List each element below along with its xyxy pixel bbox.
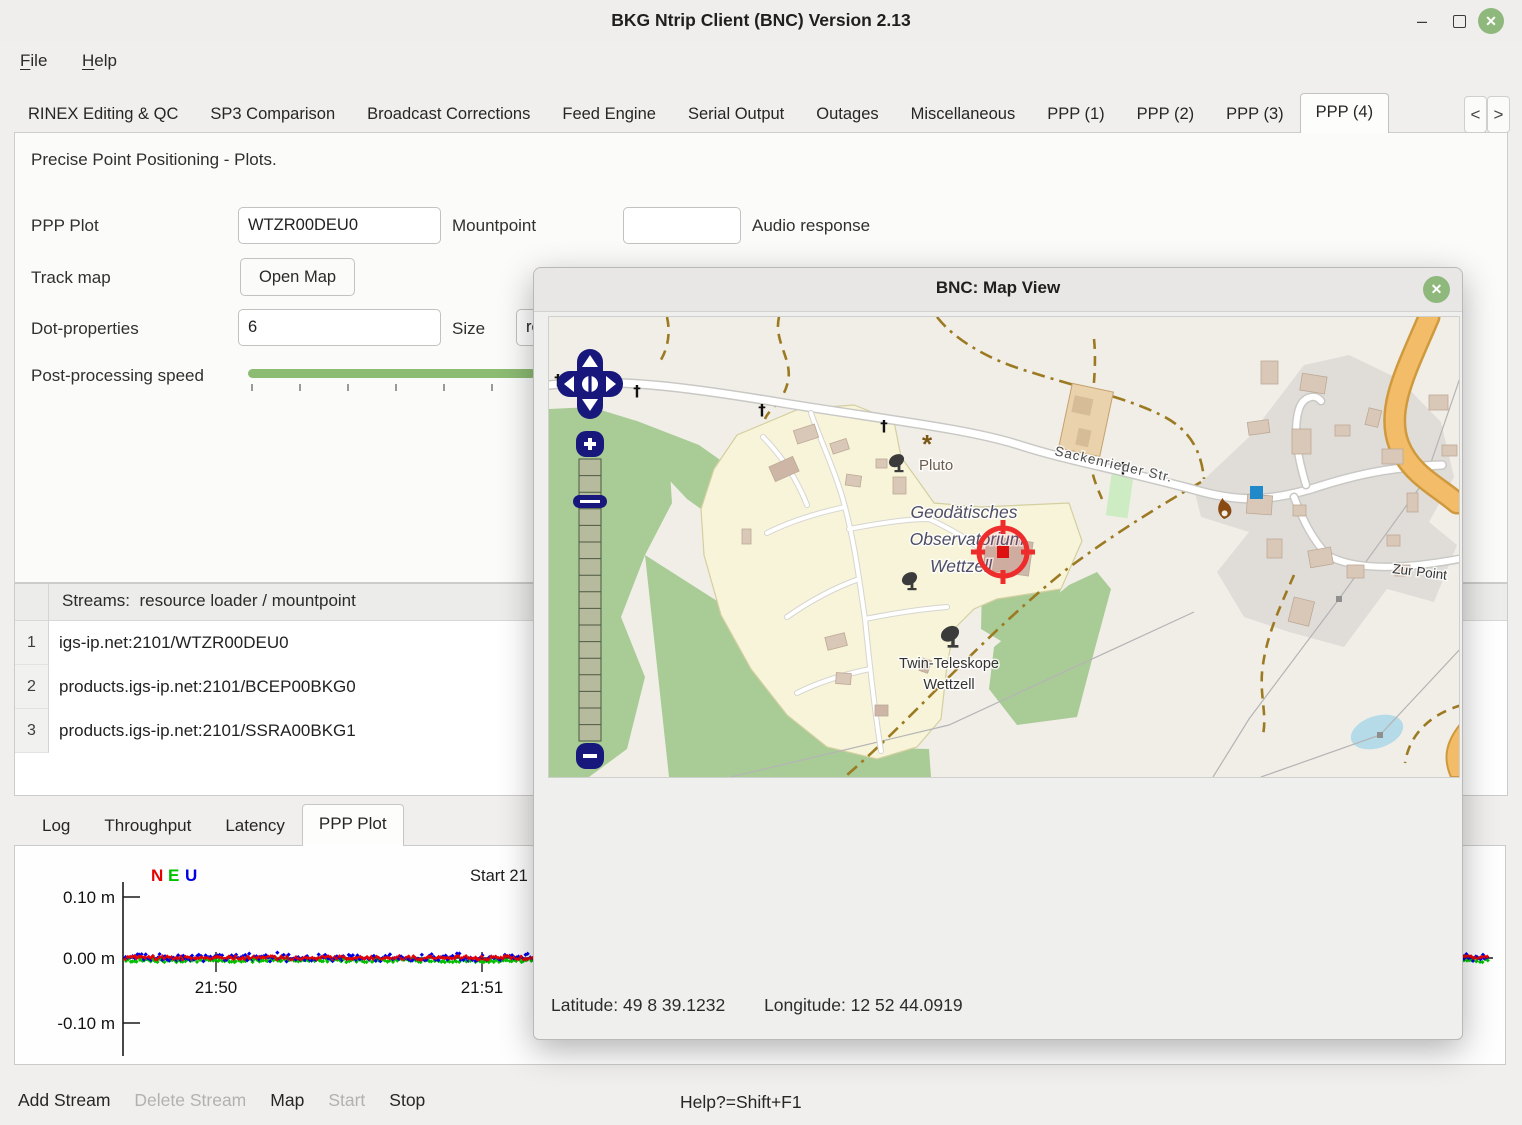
site-label-pluto: Pluto [919, 457, 953, 474]
tab-broadcast-corrections[interactable]: Broadcast Corrections [351, 97, 546, 133]
tab-feed-engine[interactable]: Feed Engine [546, 97, 672, 133]
map-view-dialog: BNC: Map View ✕ [533, 267, 1463, 1040]
observatory-label-line1: Geodätisches [910, 502, 1017, 522]
tab-strip: RINEX Editing & QCSP3 ComparisonBroadcas… [12, 93, 1389, 133]
telescope-label-line1: Twin-Teleskope [899, 656, 999, 672]
post-processing-speed-slider[interactable] [248, 369, 536, 378]
tab-scroll-right-button[interactable]: > [1487, 96, 1510, 133]
row-number: 3 [15, 709, 49, 753]
tab-ppp-1[interactable]: PPP (1) [1031, 97, 1120, 133]
legend-e: E [168, 866, 179, 885]
menu-file[interactable]: File [16, 49, 51, 73]
streams-header-text: Streams: resource loader / mountpoint [49, 584, 356, 620]
map-button[interactable]: Map [270, 1090, 304, 1111]
svg-text:†: † [633, 382, 641, 400]
action-bar: Add Stream Delete Stream Map Start Stop [18, 1090, 425, 1111]
open-map-button[interactable]: Open Map [240, 258, 355, 296]
bottom-tab-throughput[interactable]: Throughput [87, 808, 208, 846]
dialog-close-button[interactable]: ✕ [1423, 276, 1450, 303]
row-number: 2 [15, 665, 49, 709]
tab-ppp-2[interactable]: PPP (2) [1121, 97, 1210, 133]
dot-size-label: Size [452, 319, 485, 339]
track-map-label: Track map [31, 268, 111, 288]
chevron-left-icon: < [1471, 105, 1481, 125]
dot-properties-label: Dot-properties [31, 319, 139, 339]
longitude-value: Longitude: 12 52 44.0919 [764, 995, 963, 1015]
row-number: 1 [15, 621, 49, 665]
panel-description: Precise Point Positioning - Plots. [31, 150, 277, 170]
mountpoint-input[interactable] [623, 207, 741, 244]
map-canvas[interactable]: ††† †† * Sackenrieder St [548, 316, 1460, 778]
add-stream-button[interactable]: Add Stream [18, 1090, 110, 1111]
bottom-tab-latency[interactable]: Latency [208, 808, 302, 846]
tab-scroll-left-button[interactable]: < [1464, 96, 1487, 133]
slider-tick-marks [248, 384, 536, 392]
x-tick-2150: 21:50 [195, 978, 238, 997]
menu-help[interactable]: Help [78, 49, 121, 73]
delete-stream-button: Delete Stream [134, 1090, 246, 1111]
window-title: BKG Ntrip Client (BNC) Version 2.13 [0, 10, 1522, 31]
maximize-icon [1453, 15, 1466, 28]
help-shortcut-label: Help?=Shift+F1 [680, 1092, 802, 1113]
minimize-icon: – [1417, 11, 1427, 32]
close-button[interactable]: ✕ [1478, 8, 1504, 34]
title-bar: BKG Ntrip Client (BNC) Version 2.13 – ✕ [0, 0, 1522, 42]
blue-marker [1250, 486, 1263, 499]
bnc-application-window: BKG Ntrip Client (BNC) Version 2.13 – ✕ … [0, 0, 1522, 1125]
svg-text:†: † [758, 401, 766, 419]
svg-text:†: † [880, 417, 888, 435]
post-processing-speed-label: Post-processing speed [31, 366, 204, 386]
ppp-plot-input[interactable] [238, 207, 441, 244]
close-icon: ✕ [1485, 13, 1497, 30]
coordinate-status: Latitude: 49 8 39.1232 Longitude: 12 52 … [551, 995, 997, 1016]
bottom-tab-ppp-plot[interactable]: PPP Plot [302, 804, 404, 846]
tab-rinex-editing-qc[interactable]: RINEX Editing & QC [12, 97, 194, 133]
telescope-label-line2: Wettzell [923, 677, 974, 693]
tab-miscellaneous[interactable]: Miscellaneous [895, 97, 1032, 133]
map-svg: ††† †† * Sackenrieder St [549, 317, 1459, 777]
junction-asterisk-icon: * [922, 429, 933, 459]
legend-n: N [151, 866, 163, 885]
start-button: Start [328, 1090, 365, 1111]
tab-serial-output[interactable]: Serial Output [672, 97, 800, 133]
maximize-button[interactable] [1446, 8, 1472, 34]
y-tick-000: 0.00 m [63, 949, 115, 968]
table-corner-cell [15, 584, 49, 620]
ppp-plot-label: PPP Plot [31, 216, 99, 236]
dialog-title-bar: BNC: Map View ✕ [534, 268, 1462, 312]
tab-ppp-3[interactable]: PPP (3) [1210, 97, 1299, 133]
tab-outages[interactable]: Outages [800, 97, 894, 133]
y-tick-010: 0.10 m [63, 888, 115, 907]
x-tick-2151: 21:51 [461, 978, 504, 997]
tab-ppp-4[interactable]: PPP (4) [1300, 93, 1389, 133]
dialog-close-icon: ✕ [1431, 281, 1443, 298]
plot-start-annotation: Start 21 [470, 867, 528, 885]
mountpoint-label: Mountpoint [452, 216, 536, 236]
dot-properties-input[interactable] [238, 309, 441, 346]
latitude-value: Latitude: 49 8 39.1232 [551, 995, 725, 1015]
bottom-tab-log[interactable]: Log [25, 808, 87, 846]
audio-response-label: Audio response [752, 216, 870, 236]
chevron-right-icon: > [1494, 105, 1504, 125]
bottom-tab-strip: LogThroughputLatencyPPP Plot [14, 806, 404, 846]
menu-bar: File Help [0, 42, 1522, 82]
y-tick-neg010: -0.10 m [57, 1014, 115, 1033]
minimize-button[interactable]: – [1409, 8, 1435, 34]
legend-u: U [185, 866, 197, 885]
tab-sp3-comparison[interactable]: SP3 Comparison [194, 97, 351, 133]
dialog-title: BNC: Map View [534, 278, 1462, 298]
stop-button[interactable]: Stop [389, 1090, 425, 1111]
